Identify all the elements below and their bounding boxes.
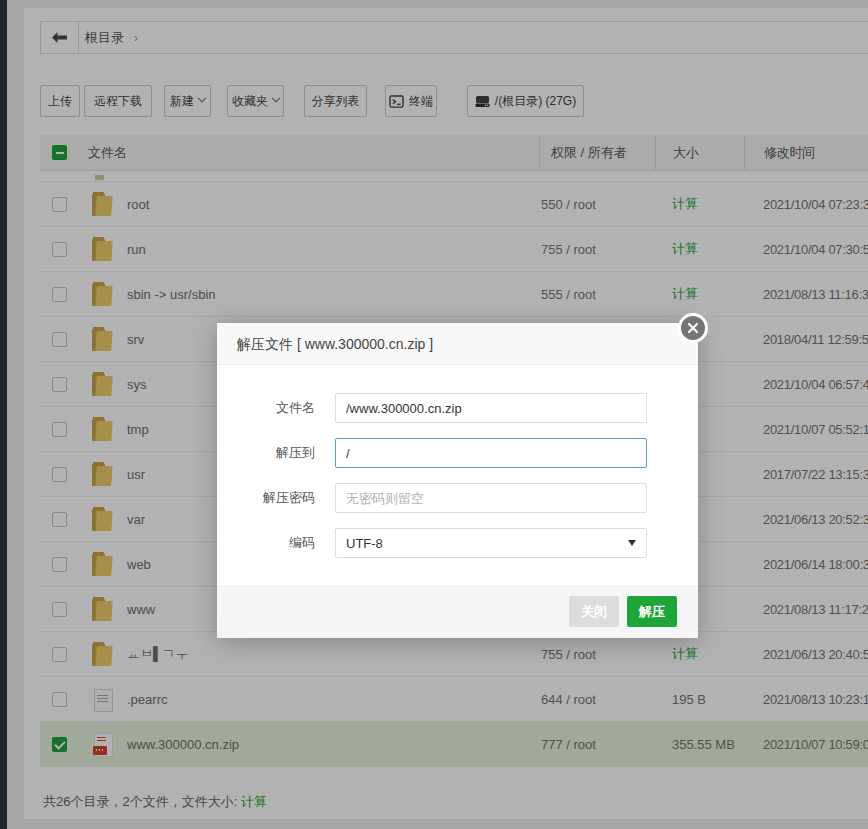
extract-button[interactable]: 解压 xyxy=(627,596,677,627)
encoding-select[interactable] xyxy=(335,528,647,558)
dialog-close-button[interactable] xyxy=(678,313,708,343)
dialog-footer: 关闭 解压 xyxy=(217,585,698,638)
password-label: 解压密码 xyxy=(217,489,315,507)
dialog-title: 解压文件 [ www.300000.cn.zip ] xyxy=(217,323,698,365)
close-button[interactable]: 关闭 xyxy=(569,596,619,627)
filename-input[interactable] xyxy=(335,393,647,423)
filename-label: 文件名 xyxy=(217,399,315,417)
dest-input[interactable] xyxy=(335,438,647,468)
encoding-label: 编码 xyxy=(217,534,315,552)
password-input[interactable] xyxy=(335,483,647,513)
dest-label: 解压到 xyxy=(217,444,315,462)
extract-dialog: 解压文件 [ www.300000.cn.zip ] 文件名 解压到 解压密码 … xyxy=(217,323,698,638)
close-icon xyxy=(687,322,699,334)
